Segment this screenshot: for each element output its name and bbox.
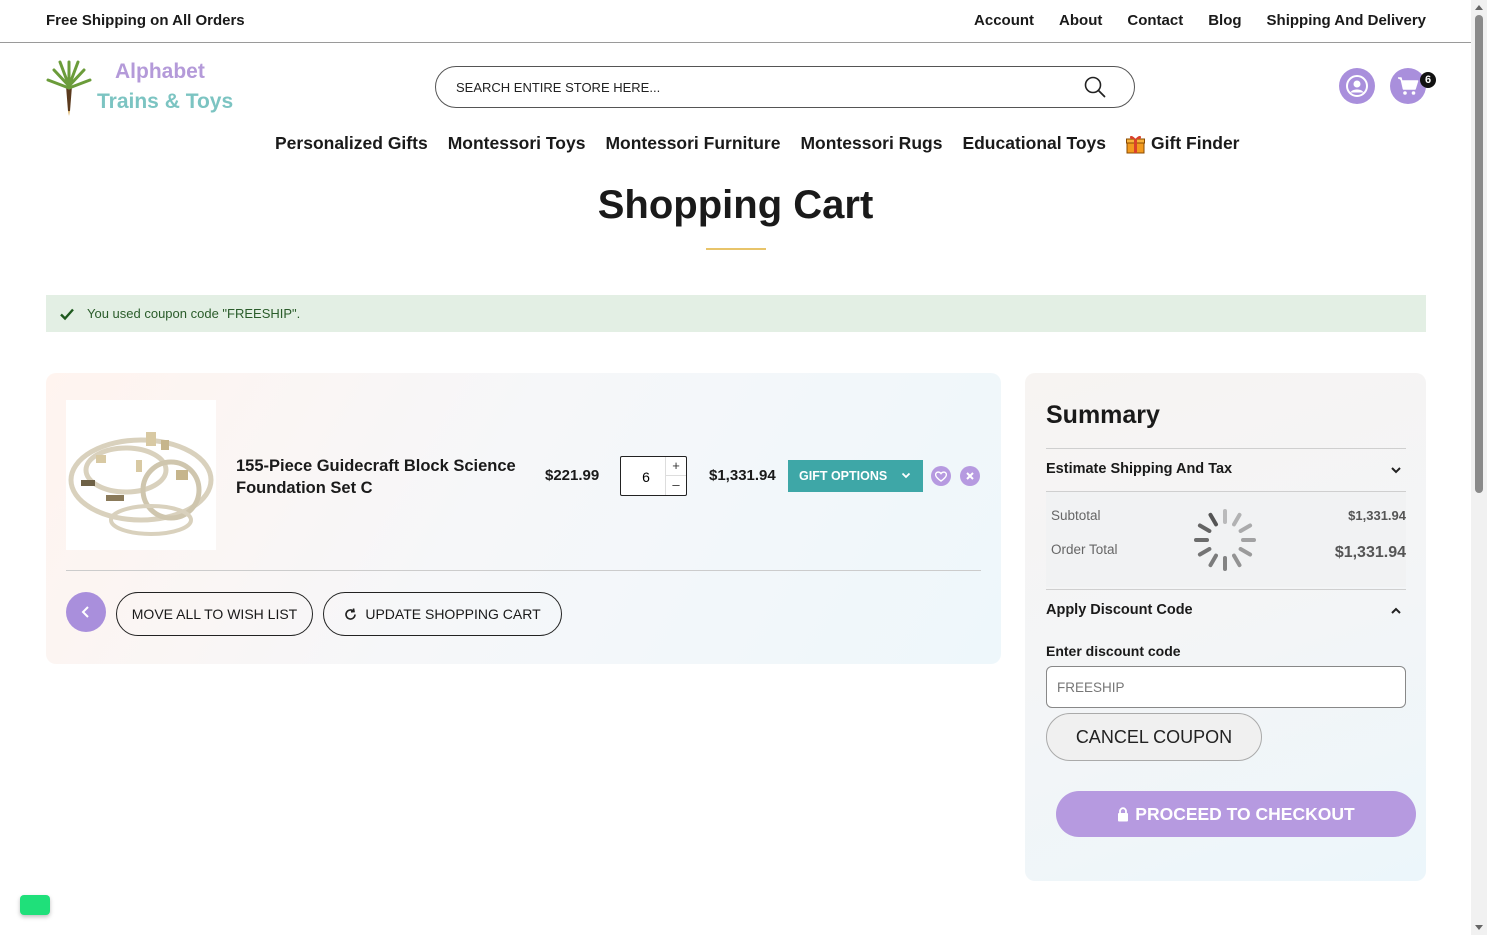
checkout-label: PROCEED TO CHECKOUT <box>1135 803 1355 824</box>
page-scrollbar[interactable] <box>1471 0 1487 935</box>
move-to-wishlist-button[interactable] <box>931 466 951 486</box>
page-title: Shopping Cart <box>597 183 874 227</box>
scroll-down-arrow[interactable] <box>1475 925 1483 930</box>
item-subtotal: $1,331.94 <box>709 467 776 484</box>
tree-logo-icon <box>46 60 92 116</box>
close-icon <box>966 472 974 480</box>
chat-widget-button[interactable] <box>20 895 50 915</box>
minicart-button[interactable] <box>1390 68 1426 104</box>
top-link-contact[interactable]: Contact <box>1127 12 1183 29</box>
chevron-down-icon <box>901 472 911 479</box>
loading-spinner-icon <box>1194 509 1256 571</box>
nav-educational-toys[interactable]: Educational Toys <box>962 133 1106 154</box>
remove-item-button[interactable] <box>960 466 980 486</box>
nav-montessori-toys[interactable]: Montessori Toys <box>448 133 586 154</box>
discount-code-toggle[interactable]: Apply Discount Code <box>1046 602 1406 618</box>
item-price: $221.99 <box>545 467 600 484</box>
order-total-label: Order Total <box>1051 542 1118 557</box>
search-input[interactable] <box>456 77 1056 97</box>
user-icon <box>1346 75 1368 97</box>
top-link-about[interactable]: About <box>1059 12 1102 29</box>
nav-gift-finder[interactable]: Gift Finder <box>1126 133 1240 154</box>
cancel-coupon-button[interactable]: CANCEL COUPON <box>1046 713 1262 761</box>
top-link-account[interactable]: Account <box>974 12 1034 29</box>
shipping-promo: Free Shipping on All Orders <box>46 12 245 29</box>
divider <box>1046 448 1406 449</box>
product-image[interactable] <box>66 400 216 550</box>
proceed-to-checkout-button[interactable]: PROCEED TO CHECKOUT <box>1056 791 1416 837</box>
checkmark-icon <box>60 308 74 320</box>
lock-icon <box>1118 806 1129 821</box>
quantity-input[interactable] <box>631 467 661 487</box>
chevron-up-icon <box>1391 607 1401 614</box>
cart-items-panel: 155-Piece Guidecraft Block Science Found… <box>46 373 1001 664</box>
update-cart-button[interactable]: UPDATE SHOPPING CART <box>323 592 562 636</box>
product-name[interactable]: 155-Piece Guidecraft Block Science Found… <box>236 455 526 499</box>
refresh-icon <box>345 607 357 620</box>
logo-text-line2: Trains & Toys <box>97 90 234 113</box>
top-bar: Free Shipping on All Orders Account Abou… <box>0 0 1471 43</box>
scroll-up-arrow[interactable] <box>1475 5 1483 10</box>
chevron-down-icon <box>1391 467 1401 474</box>
nav-personalized-gifts[interactable]: Personalized Gifts <box>275 133 428 154</box>
nav-montessori-rugs[interactable]: Montessori Rugs <box>800 133 942 154</box>
estimate-shipping-label: Estimate Shipping And Tax <box>1046 461 1233 477</box>
qty-decrement-button[interactable]: – <box>665 476 686 495</box>
move-all-label: MOVE ALL TO WISH LIST <box>131 606 298 622</box>
estimate-shipping-toggle[interactable]: Estimate Shipping And Tax <box>1046 461 1406 477</box>
quantity-stepper: + – <box>620 456 687 496</box>
top-link-shipping[interactable]: Shipping And Delivery <box>1267 12 1426 29</box>
nav-montessori-furniture[interactable]: Montessori Furniture <box>605 133 780 154</box>
subtotal-value: $1,331.94 <box>1348 508 1406 523</box>
discount-code-input[interactable] <box>1046 666 1406 708</box>
divider <box>66 570 981 571</box>
main-navigation: Personalized Gifts Montessori Toys Monte… <box>275 133 1240 154</box>
site-logo[interactable]: Alphabet Trains & Toys <box>44 56 244 120</box>
order-summary: Summary Estimate Shipping And Tax Subtot… <box>1025 373 1426 881</box>
chevron-left-icon <box>81 606 89 618</box>
cart-icon <box>1398 77 1419 95</box>
heart-icon <box>935 470 947 482</box>
update-cart-label: UPDATE SHOPPING CART <box>365 606 541 622</box>
success-message-text: You used coupon code "FREESHIP". <box>87 306 301 321</box>
divider <box>1046 589 1406 590</box>
top-link-blog[interactable]: Blog <box>1208 12 1241 29</box>
cart-count-badge: 6 <box>1420 72 1436 88</box>
nav-gift-finder-label: Gift Finder <box>1151 133 1240 153</box>
move-all-to-wishlist-button[interactable]: MOVE ALL TO WISH LIST <box>116 592 313 636</box>
totals-table: Subtotal $1,331.94 Order Total $1,331.94 <box>1046 492 1406 587</box>
gift-options-label: GIFT OPTIONS <box>799 469 888 483</box>
search-bar <box>435 66 1135 108</box>
qty-increment-button[interactable]: + <box>665 457 686 476</box>
top-links: Account About Contact Blog Shipping And … <box>974 12 1426 29</box>
account-button[interactable] <box>1339 68 1375 104</box>
order-total-value: $1,331.94 <box>1334 544 1406 561</box>
search-icon[interactable] <box>1084 76 1106 98</box>
logo-text-line1: Alphabet <box>115 60 205 83</box>
continue-shopping-button[interactable] <box>66 592 106 632</box>
success-message: You used coupon code "FREESHIP". <box>46 295 1426 332</box>
summary-title: Summary <box>1046 401 1160 429</box>
subtotal-label: Subtotal <box>1051 508 1101 523</box>
title-underline <box>706 248 766 250</box>
gift-icon <box>1126 135 1146 153</box>
discount-title: Apply Discount Code <box>1046 602 1193 618</box>
scrollbar-thumb[interactable] <box>1475 15 1483 493</box>
discount-code-label: Enter discount code <box>1046 643 1181 659</box>
train-set-image <box>68 432 214 536</box>
gift-options-button[interactable]: GIFT OPTIONS <box>788 460 923 492</box>
